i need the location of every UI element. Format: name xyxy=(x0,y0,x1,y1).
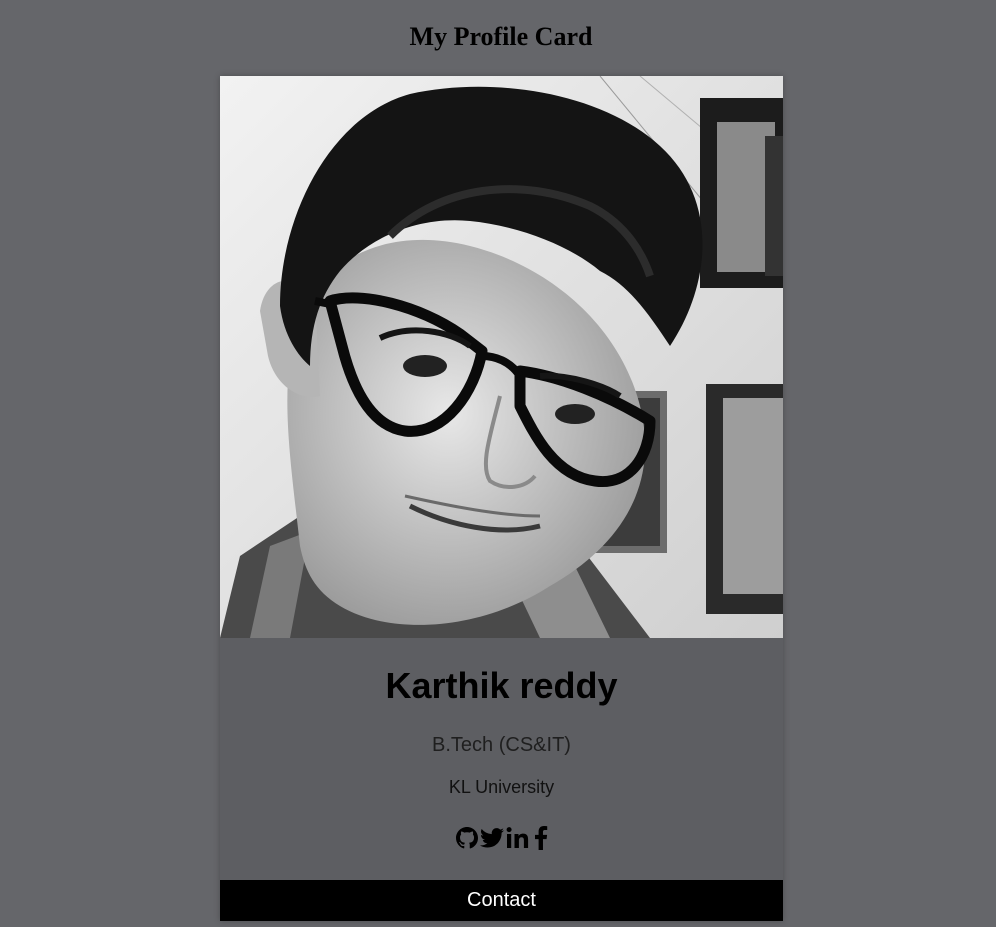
facebook-icon[interactable] xyxy=(534,826,548,850)
github-icon[interactable] xyxy=(455,827,478,849)
linkedin-icon[interactable] xyxy=(506,827,532,849)
social-links xyxy=(220,826,783,850)
profile-photo xyxy=(220,76,783,638)
twitter-icon[interactable] xyxy=(479,827,504,849)
page-title: My Profile Card xyxy=(409,22,593,51)
contact-button[interactable]: Contact xyxy=(220,880,783,921)
page: My Profile Card Karthik reddy B.Tech (CS… xyxy=(0,0,996,927)
profile-name: Karthik reddy xyxy=(385,665,618,706)
profile-degree: B.Tech (CS&IT) xyxy=(432,734,571,756)
profile-card: Karthik reddy B.Tech (CS&IT) KL Universi… xyxy=(220,76,783,921)
profile-university: KL University xyxy=(448,777,555,797)
